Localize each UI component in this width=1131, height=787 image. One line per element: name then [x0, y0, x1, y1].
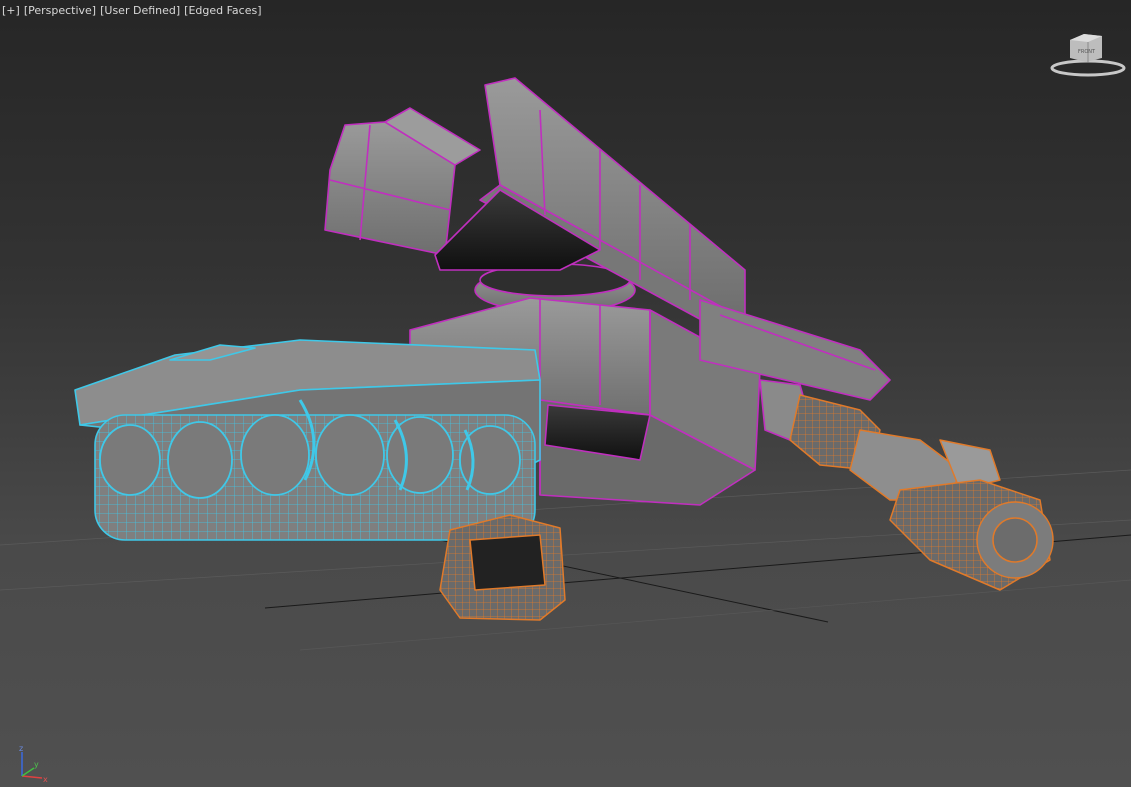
perspective-viewport[interactable]: [+] [Perspective] [User Defined] [Edged …	[0, 0, 1131, 787]
scene-render	[0, 77, 1131, 651]
left-track-mesh	[74, 339, 541, 541]
axis-label-x: x	[43, 775, 48, 784]
lower-wheel-mesh	[439, 514, 566, 621]
axis-label-y: y	[34, 760, 39, 769]
axis-label-z: z	[19, 744, 23, 753]
viewcube-face-label: FRONT	[1078, 49, 1096, 55]
viewcube[interactable]: FRONT	[1048, 28, 1128, 80]
axis-tripod: z x y	[12, 742, 52, 784]
